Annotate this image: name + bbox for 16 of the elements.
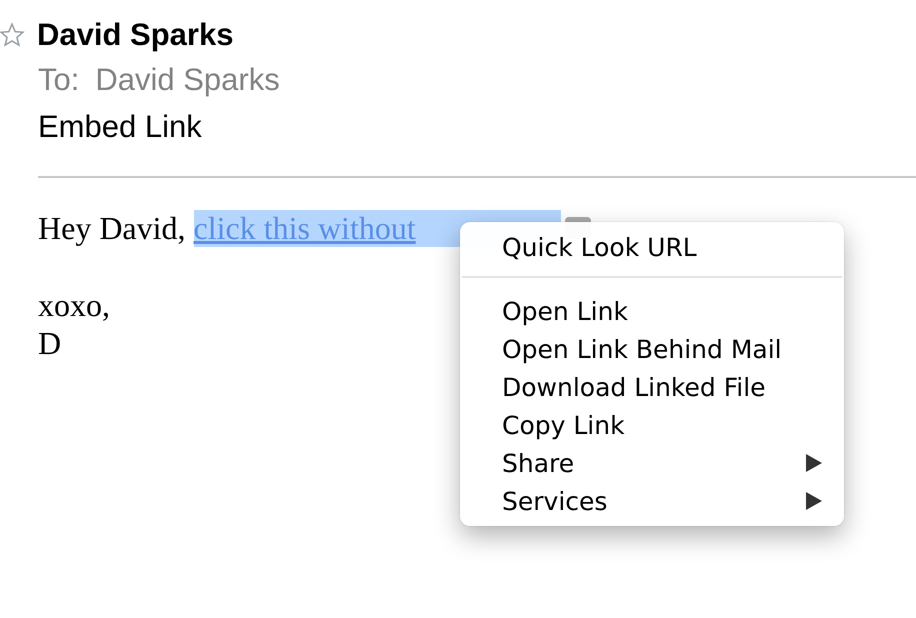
menu-item[interactable]: Share	[460, 444, 844, 482]
menu-item[interactable]: Open Link	[460, 292, 844, 330]
subject: Embed Link	[38, 108, 203, 146]
star-icon[interactable]	[0, 22, 25, 48]
submenu-arrow-icon	[806, 454, 822, 472]
recipient-name: David Sparks	[95, 62, 280, 98]
submenu-arrow-icon	[806, 492, 822, 510]
sender-name: David Sparks	[37, 17, 234, 53]
menu-item[interactable]: Services	[460, 482, 844, 520]
body-text: xoxo,	[38, 286, 110, 324]
greeting-text: Hey David,	[38, 210, 186, 246]
to-label: To:	[38, 62, 80, 98]
menu-item[interactable]: Open Link Behind Mail	[460, 330, 844, 368]
menu-item[interactable]: Copy Link	[460, 406, 844, 444]
menu-item[interactable]: Download Linked File	[460, 368, 844, 406]
body-text: D	[38, 324, 62, 362]
